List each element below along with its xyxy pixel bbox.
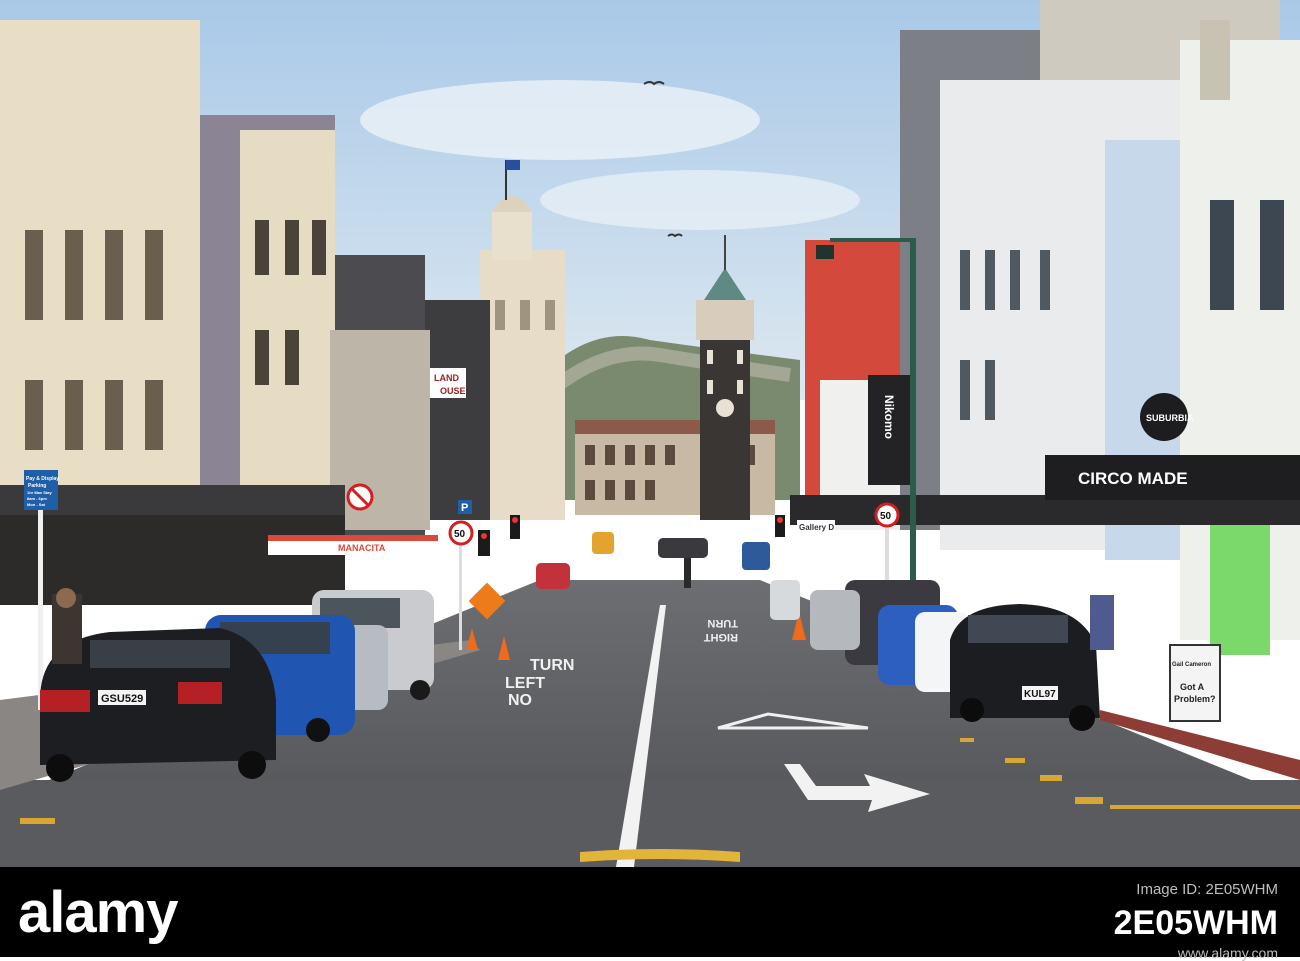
svg-text:Pay & Display: Pay & Display: [26, 476, 59, 482]
svg-text:RIGHT: RIGHT: [704, 631, 739, 643]
image-meta: Image ID: 2E05WHM 2E05WHM www.alamy.com: [1114, 881, 1278, 961]
image-id-label: Image ID: 2E05WHM: [1136, 881, 1278, 898]
parking-sign: P: [458, 500, 472, 514]
svg-text:Mon - Sat: Mon - Sat: [27, 502, 46, 507]
site-url: www.alamy.com: [1177, 945, 1278, 961]
traffic-lights: [478, 515, 785, 556]
svg-text:Problem?: Problem?: [1174, 694, 1216, 704]
svg-text:50: 50: [454, 529, 466, 540]
svg-text:Gail Cameron: Gail Cameron: [1172, 662, 1211, 668]
svg-text:P: P: [461, 502, 468, 514]
svg-text:MANACITA: MANACITA: [338, 543, 386, 553]
alamy-logo: alamy: [18, 880, 178, 945]
svg-text:NO: NO: [508, 692, 532, 709]
car-right-black-leaf: KUL97: [950, 604, 1100, 731]
svg-text:Nikomo: Nikomo: [882, 395, 896, 439]
svg-text:KUL97: KUL97: [1024, 689, 1056, 700]
svg-text:LAND: LAND: [434, 373, 459, 383]
no-turn-sign: [346, 483, 374, 511]
svg-text:50: 50: [880, 511, 892, 522]
svg-text:GSU529: GSU529: [101, 693, 143, 705]
svg-text:8am - 6pm: 8am - 6pm: [27, 496, 47, 501]
flag: [506, 160, 520, 170]
svg-text:TURN: TURN: [530, 657, 574, 674]
svg-text:Parking: Parking: [28, 483, 46, 489]
svg-text:1hr Max Stay: 1hr Max Stay: [27, 490, 52, 495]
street-photo: LAND OUSE MANACITA Nikomo CIRCO MADE SUB…: [0, 0, 1300, 867]
car-right-silver-1: [810, 590, 860, 650]
svg-text:LEFT: LEFT: [505, 675, 545, 692]
svg-text:OUSE: OUSE: [440, 386, 466, 396]
watermark-bar: alamy Image ID: 2E05WHM 2E05WHM www.alam…: [0, 867, 1300, 961]
svg-text:CIRCO MADE: CIRCO MADE: [1078, 469, 1188, 488]
svg-text:TURN: TURN: [707, 617, 738, 629]
svg-text:SUBURBIA: SUBURBIA: [1146, 413, 1194, 423]
svg-text:Got A: Got A: [1180, 682, 1205, 692]
sandwich-board: Got A Problem? Gail Cameron: [1169, 644, 1221, 722]
svg-text:Gallery D: Gallery D: [799, 523, 834, 532]
image-id: 2E05WHM: [1113, 904, 1278, 942]
